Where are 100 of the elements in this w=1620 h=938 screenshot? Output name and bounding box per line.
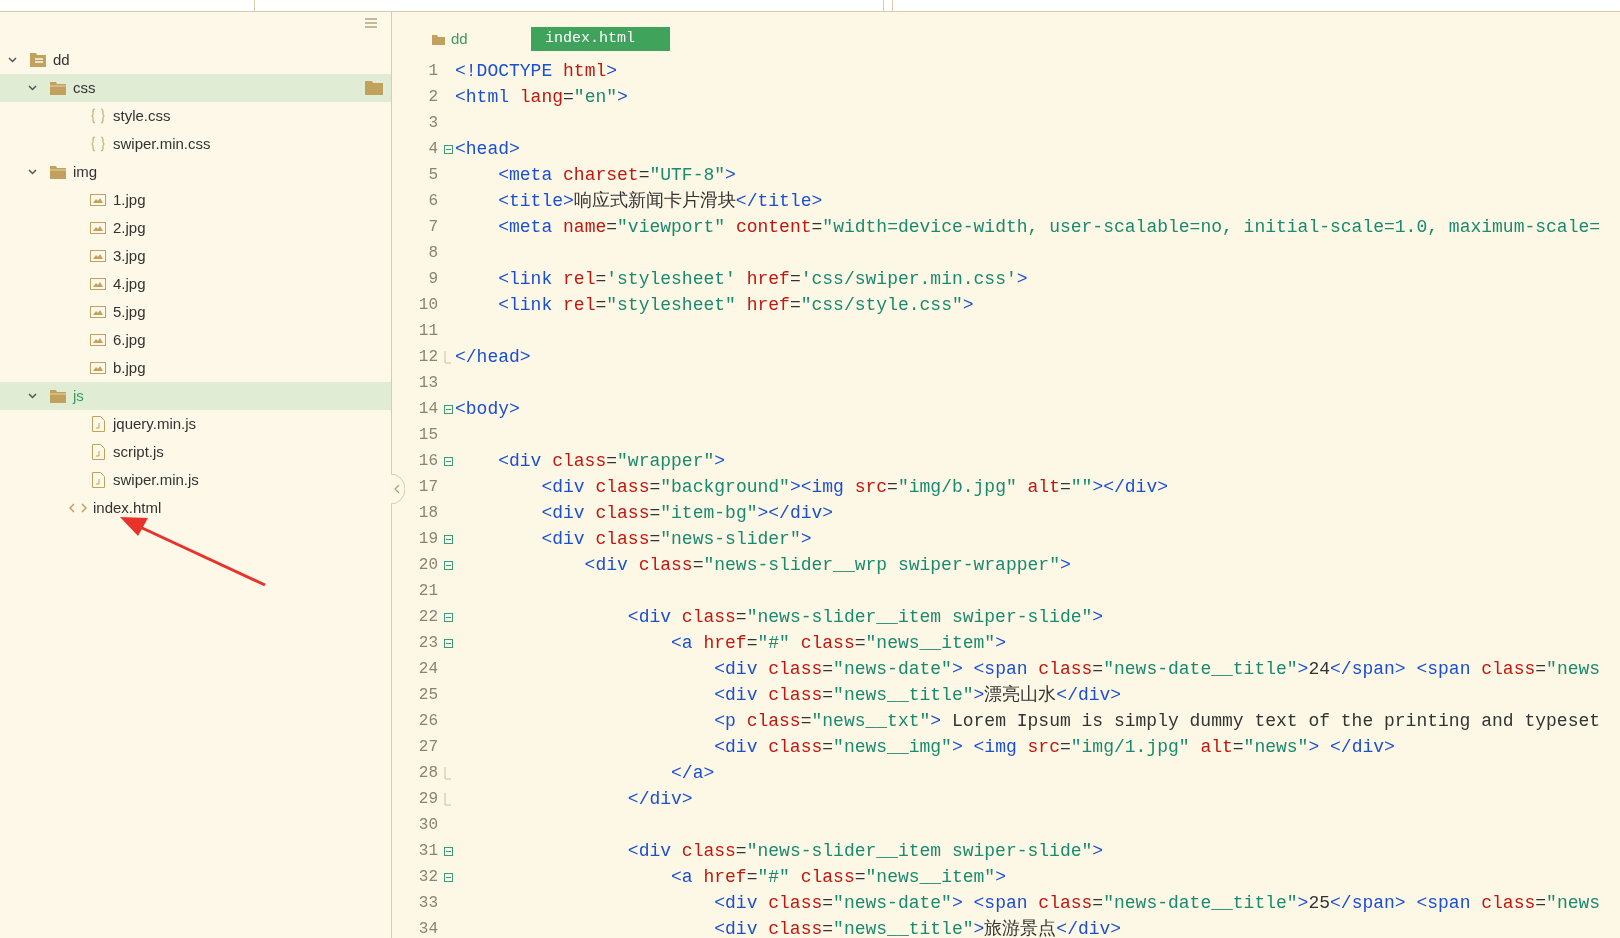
tree-item[interactable]: css: [0, 74, 391, 102]
fold-icon[interactable]: [443, 872, 453, 882]
code-line: <div class="wrapper">: [497, 449, 726, 473]
image-file-icon: [90, 194, 106, 206]
project-folder-icon: [30, 53, 46, 67]
fold-icon[interactable]: [443, 612, 453, 622]
tree-item[interactable]: 4.jpg: [0, 270, 391, 298]
fold-icon[interactable]: [443, 144, 453, 154]
tree-item[interactable]: script.js: [0, 438, 391, 466]
chevron-down-icon[interactable]: [28, 169, 37, 175]
chevron-down-icon[interactable]: [28, 393, 37, 399]
image-file-icon: [90, 250, 106, 262]
code-line: </head>: [455, 345, 531, 369]
code-line: <div class="news-date"> <span class="news-date__title">25</span> <span class="news: [713, 891, 1601, 915]
code-line: <body>: [455, 397, 520, 421]
folder-icon: [50, 389, 66, 403]
fold-end-icon: [444, 350, 452, 364]
fold-icon[interactable]: [443, 404, 453, 414]
fold-icon[interactable]: [443, 638, 453, 648]
braces-icon: [91, 136, 105, 152]
code-line: <div class="news-date"> <span class="news-date__title">24</span> <span class="news: [713, 657, 1601, 681]
code-line: <link rel='stylesheet' href='css/swiper.min.css'>: [497, 267, 1028, 291]
tree-item[interactable]: 6.jpg: [0, 326, 391, 354]
line-number: 6: [427, 191, 438, 212]
code-line: <meta name="viewport" content="width=device-width, user-scalable=no, initial-scale=1.0, maximum-scale=: [497, 215, 1601, 239]
chevron-down-icon[interactable]: [28, 85, 37, 91]
line-number: 32: [417, 867, 438, 888]
tree-item[interactable]: style.css: [0, 102, 391, 130]
line-number: 29: [417, 789, 438, 810]
line-number: 22: [417, 607, 438, 628]
menu-icon[interactable]: [365, 18, 377, 28]
code-line: <a href="#" class="news__item">: [670, 631, 1006, 655]
tree-item[interactable]: 2.jpg: [0, 214, 391, 242]
code-line: <div class="news-slider__item swiper-slide">: [626, 605, 1104, 629]
tree-item[interactable]: 1.jpg: [0, 186, 391, 214]
folder-icon: [50, 165, 66, 179]
tree-item[interactable]: dd: [0, 46, 391, 74]
code-line: <meta charset="UTF-8">: [497, 163, 736, 187]
line-number: 28: [417, 763, 438, 784]
braces-icon: [91, 108, 105, 124]
code-line: </div>: [626, 787, 693, 811]
line-number: 25: [417, 685, 438, 706]
collapse-handle[interactable]: [391, 474, 405, 504]
line-number: 4: [427, 139, 438, 160]
code-line: <div class="news-slider__item swiper-slide">: [626, 839, 1104, 863]
chevron-down-icon[interactable]: [8, 57, 17, 63]
line-number: 10: [417, 295, 438, 316]
code-line: <div class="news__title">漂亮山水</div>: [713, 683, 1122, 707]
line-number: 5: [427, 165, 438, 186]
file-icon: [91, 444, 105, 460]
folder-icon: [432, 33, 445, 45]
fold-icon[interactable]: [443, 846, 453, 856]
line-number: 12: [417, 347, 438, 368]
line-number: 26: [417, 711, 438, 732]
folder-icon[interactable]: [365, 81, 383, 95]
code-line: <div class="news-slider__wrp swiper-wrapper">: [583, 553, 1071, 577]
code-line: <div class="news-slider">: [540, 527, 812, 551]
line-number: 34: [417, 919, 438, 938]
line-number: 7: [427, 217, 438, 238]
code-line: <a href="#" class="news__item">: [670, 865, 1006, 889]
tree-item[interactable]: b.jpg: [0, 354, 391, 382]
file-icon: [91, 472, 105, 488]
line-number: 19: [417, 529, 438, 550]
line-number: 3: [427, 113, 438, 134]
line-number: 14: [417, 399, 438, 420]
line-number: 31: [417, 841, 438, 862]
tree-item[interactable]: swiper.min.js: [0, 466, 391, 494]
image-file-icon: [90, 334, 106, 346]
tree-item[interactable]: 3.jpg: [0, 242, 391, 270]
code-line: <title>响应式新闻卡片滑块</title>: [497, 189, 823, 213]
code-line: <div class="news__title">旅游景点</div>: [713, 917, 1122, 938]
line-number: 17: [417, 477, 438, 498]
file-icon: [91, 416, 105, 432]
image-file-icon: [90, 306, 106, 318]
line-number: 16: [417, 451, 438, 472]
code-icon: [69, 503, 87, 513]
code-line: <link rel="stylesheet" href="css/style.css">: [497, 293, 974, 317]
image-file-icon: [90, 278, 106, 290]
line-number: 13: [417, 373, 438, 394]
code-line: <!DOCTYPE html>: [455, 59, 618, 83]
code-line: <div class="item-bg"></div>: [540, 501, 834, 525]
fold-icon[interactable]: [443, 560, 453, 570]
tree-item[interactable]: 5.jpg: [0, 298, 391, 326]
tree-item[interactable]: index.html: [0, 494, 391, 522]
tree-item[interactable]: swiper.min.css: [0, 130, 391, 158]
line-number: 8: [427, 243, 438, 264]
line-number: 23: [417, 633, 438, 654]
line-number: 20: [417, 555, 438, 576]
tree-item[interactable]: img: [0, 158, 391, 186]
code-line: <p class="news__txt"> Lorem Ipsum is simply dummy text of the printing and typeset: [713, 709, 1601, 733]
fold-icon[interactable]: [443, 534, 453, 544]
tree-item[interactable]: jquery.min.js: [0, 410, 391, 438]
fold-icon[interactable]: [443, 456, 453, 466]
folder-icon: [50, 81, 66, 95]
line-number: 33: [417, 893, 438, 914]
image-file-icon: [90, 222, 106, 234]
line-number: 21: [417, 581, 438, 602]
code-line: <html lang="en">: [455, 85, 628, 109]
fold-end-icon: [444, 792, 452, 806]
line-number: 1: [427, 61, 438, 82]
